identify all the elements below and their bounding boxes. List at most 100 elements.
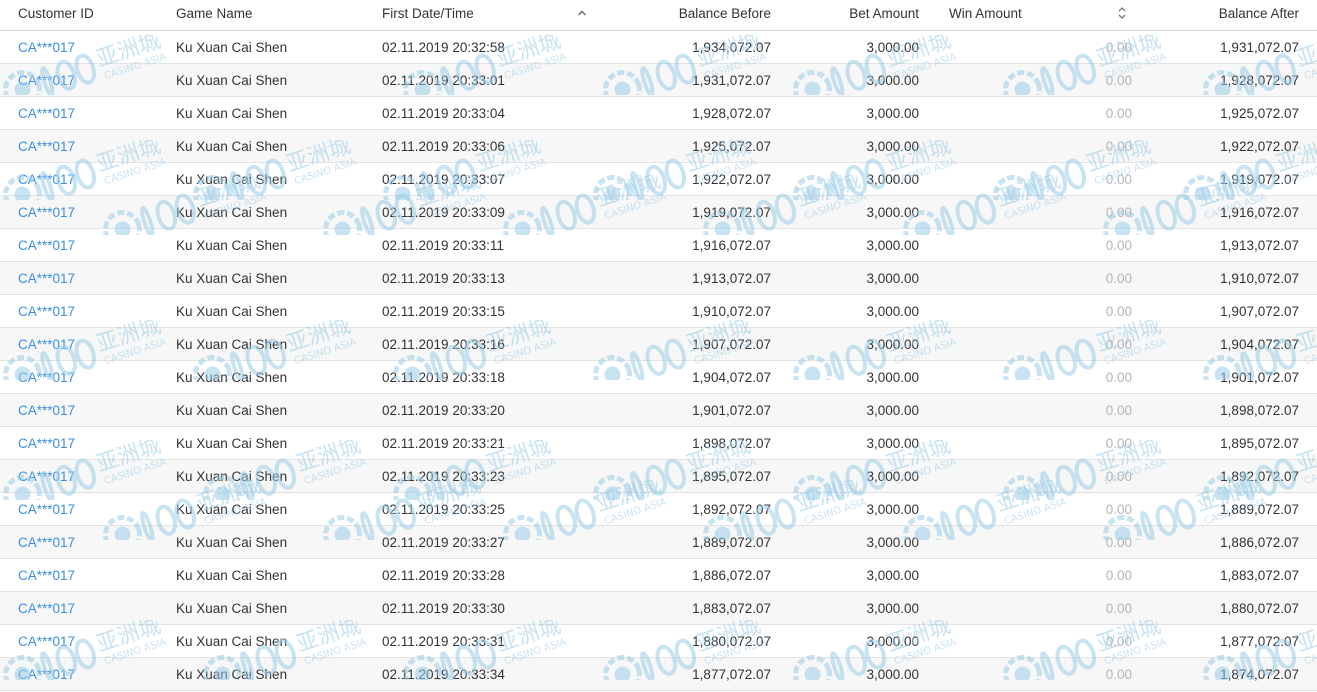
customer-id-link[interactable]: CA***017 (18, 196, 75, 228)
customer-id-link[interactable]: CA***017 (18, 592, 75, 624)
bet-amount-cell: 3,000.00 (866, 138, 919, 154)
game-name-cell: Ku Xuan Cai Shen (176, 105, 288, 121)
table-row[interactable]: CA***017 Ku Xuan Cai Shen 02.11.2019 20:33… (0, 625, 1317, 658)
table-row[interactable]: CA***017 Ku Xuan Cai Shen 02.11.2019 20:33… (0, 262, 1317, 295)
win-amount-cell: 0.00 (1105, 567, 1132, 583)
game-name-cell: Ku Xuan Cai Shen (176, 567, 288, 583)
table-row[interactable]: CA***017 Ku Xuan Cai Shen 02.11.2019 20:33… (0, 559, 1317, 592)
table-row[interactable]: CA***017 Ku Xuan Cai Shen 02.11.2019 20:33… (0, 97, 1317, 130)
balance-before-cell: 1,907,072.07 (692, 336, 771, 352)
customer-id-link[interactable]: CA***017 (18, 658, 75, 690)
sort-toggle-icon[interactable] (1116, 6, 1128, 20)
bet-amount-cell: 3,000.00 (866, 600, 919, 616)
column-header-game-name[interactable]: Game Name (176, 0, 253, 27)
column-header-win-amount[interactable]: Win Amount (949, 0, 1022, 27)
column-header-first-datetime[interactable]: First Date/Time (382, 0, 474, 27)
customer-id-link[interactable]: CA***017 (18, 31, 75, 63)
customer-id-link[interactable]: CA***017 (18, 229, 75, 261)
first-datetime-cell: 02.11.2019 20:33:01 (382, 72, 505, 88)
game-name-cell: Ku Xuan Cai Shen (176, 72, 288, 88)
column-header-balance-after[interactable]: Balance After (1219, 0, 1299, 27)
balance-after-cell: 1,928,072.07 (1220, 72, 1299, 88)
table-row[interactable]: CA***017 Ku Xuan Cai Shen 02.11.2019 20:33… (0, 163, 1317, 196)
win-amount-cell: 0.00 (1105, 435, 1132, 451)
customer-id-link[interactable]: CA***017 (18, 163, 75, 195)
win-amount-cell: 0.00 (1105, 501, 1132, 517)
bet-amount-cell: 3,000.00 (866, 402, 919, 418)
table-row[interactable]: CA***017 Ku Xuan Cai Shen 02.11.2019 20:33… (0, 229, 1317, 262)
customer-id-link[interactable]: CA***017 (18, 493, 75, 525)
first-datetime-cell: 02.11.2019 20:33:15 (382, 303, 505, 319)
balance-before-cell: 1,925,072.07 (692, 138, 771, 154)
customer-id-link[interactable]: CA***017 (18, 559, 75, 591)
table-row[interactable]: CA***017 Ku Xuan Cai Shen 02.11.2019 20:33… (0, 196, 1317, 229)
customer-id-link[interactable]: CA***017 (18, 328, 75, 360)
column-header-customer-id[interactable]: Customer ID (18, 0, 94, 27)
table-row[interactable]: CA***017 Ku Xuan Cai Shen 02.11.2019 20:33… (0, 658, 1317, 691)
customer-id-link[interactable]: CA***017 (18, 262, 75, 294)
table-row[interactable]: CA***017 Ku Xuan Cai Shen 02.11.2019 20:33… (0, 427, 1317, 460)
table-row[interactable]: CA***017 Ku Xuan Cai Shen 02.11.2019 20:33… (0, 526, 1317, 559)
table-body: CA***017 Ku Xuan Cai Shen 02.11.2019 20:32… (0, 31, 1317, 691)
game-name-cell: Ku Xuan Cai Shen (176, 501, 288, 517)
table-row[interactable]: CA***017 Ku Xuan Cai Shen 02.11.2019 20:33… (0, 592, 1317, 625)
first-datetime-cell: 02.11.2019 20:33:13 (382, 270, 505, 286)
bet-amount-cell: 3,000.00 (866, 270, 919, 286)
first-datetime-cell: 02.11.2019 20:33:20 (382, 402, 505, 418)
customer-id-link[interactable]: CA***017 (18, 460, 75, 492)
balance-after-cell: 1,919,072.07 (1220, 171, 1299, 187)
customer-id-link[interactable]: CA***017 (18, 64, 75, 96)
bet-amount-cell: 3,000.00 (866, 534, 919, 550)
bet-amount-cell: 3,000.00 (866, 237, 919, 253)
balance-after-cell: 1,895,072.07 (1220, 435, 1299, 451)
table-row[interactable]: CA***017 Ku Xuan Cai Shen 02.11.2019 20:33… (0, 460, 1317, 493)
customer-id-link[interactable]: CA***017 (18, 361, 75, 393)
balance-before-cell: 1,877,072.07 (692, 666, 771, 682)
customer-id-link[interactable]: CA***017 (18, 130, 75, 162)
win-amount-cell: 0.00 (1105, 171, 1132, 187)
table-row[interactable]: CA***017 Ku Xuan Cai Shen 02.11.2019 20:33… (0, 361, 1317, 394)
balance-before-cell: 1,922,072.07 (692, 171, 771, 187)
balance-before-cell: 1,931,072.07 (692, 72, 771, 88)
sort-ascending-icon[interactable] (576, 6, 588, 20)
balance-after-cell: 1,880,072.07 (1220, 600, 1299, 616)
balance-before-cell: 1,883,072.07 (692, 600, 771, 616)
balance-before-cell: 1,886,072.07 (692, 567, 771, 583)
customer-id-link[interactable]: CA***017 (18, 526, 75, 558)
customer-id-link[interactable]: CA***017 (18, 97, 75, 129)
balance-after-cell: 1,874,072.07 (1220, 666, 1299, 682)
win-amount-cell: 0.00 (1105, 369, 1132, 385)
win-amount-cell: 0.00 (1105, 303, 1132, 319)
balance-before-cell: 1,895,072.07 (692, 468, 771, 484)
first-datetime-cell: 02.11.2019 20:33:27 (382, 534, 505, 550)
table-row[interactable]: CA***017 Ku Xuan Cai Shen 02.11.2019 20:33… (0, 295, 1317, 328)
game-name-cell: Ku Xuan Cai Shen (176, 237, 288, 253)
customer-id-link[interactable]: CA***017 (18, 427, 75, 459)
balance-before-cell: 1,880,072.07 (692, 633, 771, 649)
customer-id-link[interactable]: CA***017 (18, 394, 75, 426)
table-row[interactable]: CA***017 Ku Xuan Cai Shen 02.11.2019 20:33… (0, 64, 1317, 97)
table-row[interactable]: CA***017 Ku Xuan Cai Shen 02.11.2019 20:33… (0, 493, 1317, 526)
table-row[interactable]: CA***017 Ku Xuan Cai Shen 02.11.2019 20:33… (0, 394, 1317, 427)
table-row[interactable]: CA***017 Ku Xuan Cai Shen 02.11.2019 20:33… (0, 130, 1317, 163)
bet-amount-cell: 3,000.00 (866, 336, 919, 352)
column-header-bet-amount[interactable]: Bet Amount (849, 0, 919, 27)
table-row[interactable]: CA***017 Ku Xuan Cai Shen 02.11.2019 20:33… (0, 328, 1317, 361)
column-header-balance-before[interactable]: Balance Before (679, 0, 771, 27)
balance-after-cell: 1,922,072.07 (1220, 138, 1299, 154)
first-datetime-cell: 02.11.2019 20:33:21 (382, 435, 505, 451)
balance-after-cell: 1,877,072.07 (1220, 633, 1299, 649)
customer-id-link[interactable]: CA***017 (18, 295, 75, 327)
win-amount-cell: 0.00 (1105, 633, 1132, 649)
win-amount-cell: 0.00 (1105, 270, 1132, 286)
bet-amount-cell: 3,000.00 (866, 204, 919, 220)
bet-amount-cell: 3,000.00 (866, 105, 919, 121)
customer-id-link[interactable]: CA***017 (18, 625, 75, 657)
balance-after-cell: 1,904,072.07 (1220, 336, 1299, 352)
game-name-cell: Ku Xuan Cai Shen (176, 336, 288, 352)
bet-amount-cell: 3,000.00 (866, 72, 919, 88)
game-name-cell: Ku Xuan Cai Shen (176, 171, 288, 187)
table-row[interactable]: CA***017 Ku Xuan Cai Shen 02.11.2019 20:32… (0, 31, 1317, 64)
first-datetime-cell: 02.11.2019 20:33:16 (382, 336, 505, 352)
game-name-cell: Ku Xuan Cai Shen (176, 39, 288, 55)
